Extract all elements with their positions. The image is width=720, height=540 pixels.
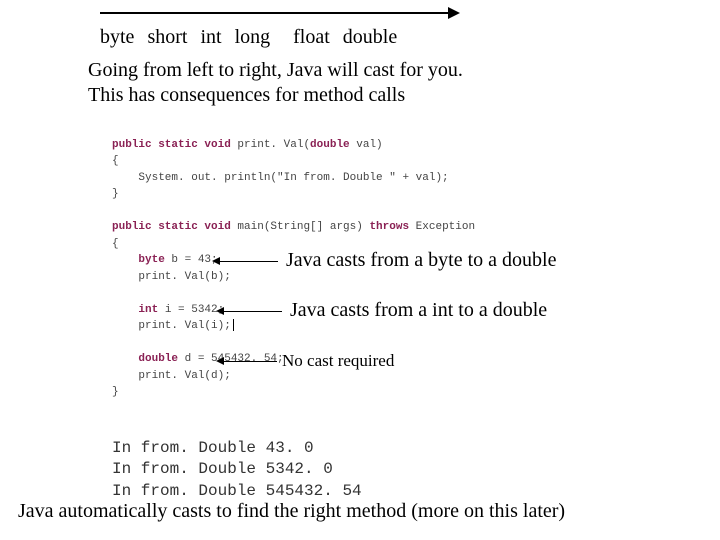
- explain-line-2: This has consequences for method calls: [88, 83, 463, 108]
- annot-arrow-1-head: [212, 257, 220, 265]
- code-l1d: val): [350, 139, 383, 151]
- code-l8: print. Val(b);: [112, 271, 231, 283]
- text-cursor: [233, 319, 234, 331]
- code-l9b: i = 5342;: [158, 304, 224, 316]
- explanation-text: Going from left to right, Java will cast…: [88, 58, 463, 108]
- annotation-int-to-double: Java casts from a int to a double: [290, 299, 547, 322]
- code-l2: {: [112, 155, 119, 167]
- output-line-2: In from. Double 5342. 0: [112, 460, 333, 478]
- summary-text: Java automatically casts to find the rig…: [18, 500, 565, 523]
- code-l11b: d = 545432. 54;: [178, 353, 284, 365]
- code-l10: print. Val(i);: [112, 320, 231, 332]
- code-l3: System. out. println("In from. Double " …: [112, 172, 449, 184]
- type-double: double: [343, 26, 397, 48]
- annot-arrow-3-line: [222, 361, 277, 362]
- annotation-no-cast: No cast required: [282, 351, 394, 371]
- annot-arrow-3-head: [216, 357, 224, 365]
- code-l6: {: [112, 238, 119, 250]
- explain-line-1: Going from left to right, Java will cast…: [88, 58, 463, 83]
- annot-arrow-1-line: [218, 261, 278, 262]
- kw-byte: byte: [112, 254, 165, 266]
- code-l5b: main(String[] args): [231, 221, 370, 233]
- code-l1b: print. Val(: [231, 139, 310, 151]
- widening-arrow-line: [100, 12, 450, 14]
- annot-arrow-2-line: [222, 311, 282, 312]
- widening-arrow-head: [448, 7, 460, 19]
- code-l5d: Exception: [409, 221, 475, 233]
- program-output: In from. Double 43. 0 In from. Double 53…: [112, 416, 362, 502]
- kw-main-sig: public static void: [112, 221, 231, 233]
- annotation-byte-to-double: Java casts from a byte to a double: [286, 249, 556, 272]
- kw-public-static-void: public static void: [112, 139, 231, 151]
- type-byte: byte: [100, 26, 134, 48]
- kw-double: double: [310, 139, 350, 151]
- annot-arrow-2-head: [216, 307, 224, 315]
- code-l7b: b = 43;: [165, 254, 218, 266]
- code-l4: }: [112, 188, 119, 200]
- code-l13: }: [112, 386, 119, 398]
- kw-double-2: double: [112, 353, 178, 365]
- output-line-1: In from. Double 43. 0: [112, 439, 314, 457]
- kw-int: int: [112, 304, 158, 316]
- type-int: int: [200, 26, 221, 48]
- output-line-3: In from. Double 545432. 54: [112, 482, 362, 500]
- code-l12: print. Val(d);: [112, 370, 231, 382]
- type-short: short: [147, 26, 187, 48]
- kw-throws: throws: [369, 221, 409, 233]
- type-long: long: [235, 26, 271, 48]
- type-float: float: [293, 26, 330, 48]
- type-hierarchy-row: byte short int long float double: [100, 26, 405, 49]
